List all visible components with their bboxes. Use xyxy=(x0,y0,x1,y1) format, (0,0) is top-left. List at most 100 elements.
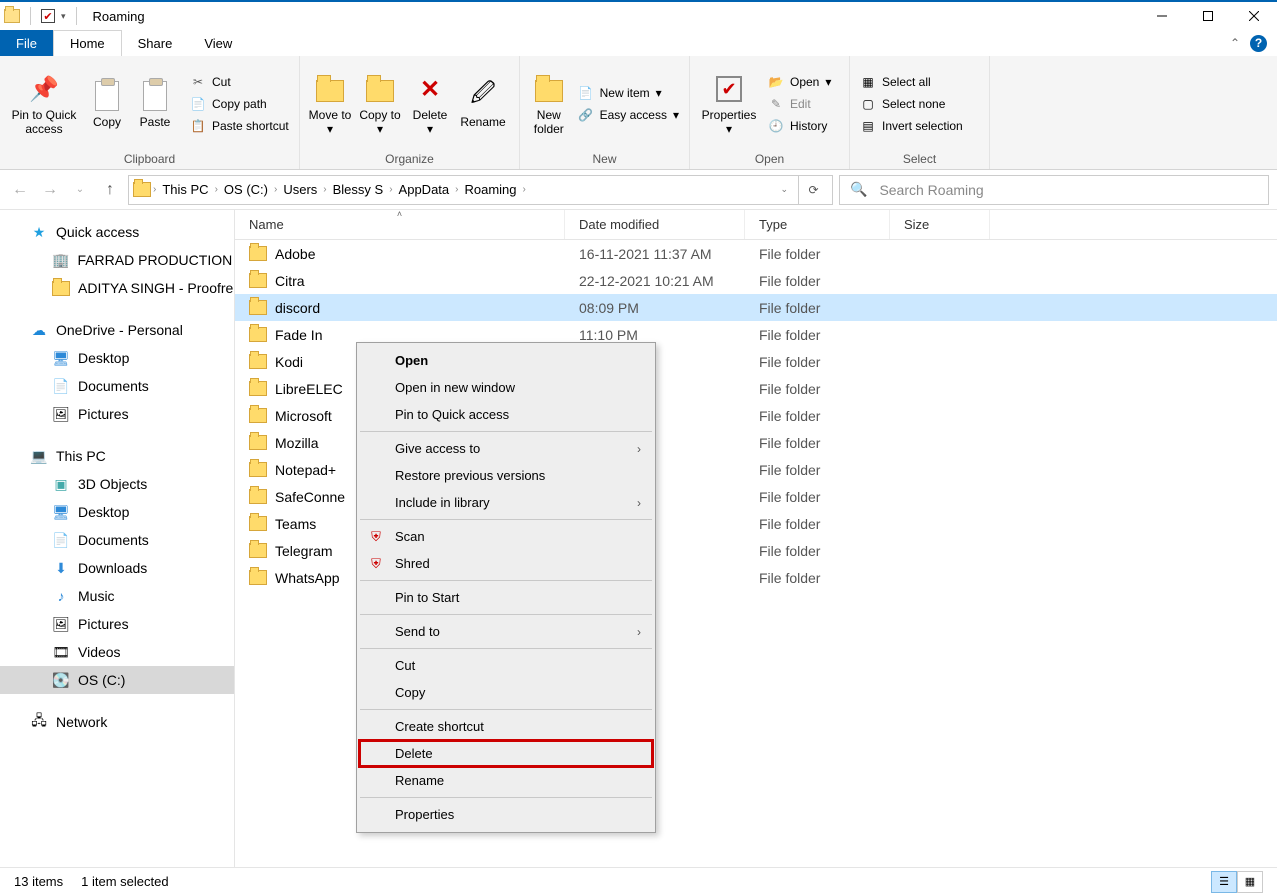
row-type: File folder xyxy=(745,462,890,478)
ctx-restore-versions[interactable]: Restore previous versions xyxy=(359,462,653,489)
nav-3d-objects[interactable]: ▣3D Objects xyxy=(0,470,234,498)
breadcrumb[interactable]: Blessy S xyxy=(329,182,388,197)
folder-icon xyxy=(249,489,267,504)
ctx-shred[interactable]: ⛨Shred xyxy=(359,550,653,577)
nav-downloads[interactable]: ⬇Downloads xyxy=(0,554,234,582)
view-thumbnails-toggle[interactable]: ▦ xyxy=(1237,871,1263,893)
col-date[interactable]: Date modified xyxy=(565,210,745,239)
nav-desktop[interactable]: 🖥Desktop xyxy=(0,498,234,526)
nav-onedrive[interactable]: ☁OneDrive - Personal xyxy=(0,316,234,344)
pictures-icon: 🖼 xyxy=(52,615,70,633)
nav-quick-access[interactable]: ★Quick access xyxy=(0,218,234,246)
group-organize-label: Organize xyxy=(300,152,519,169)
search-input[interactable]: 🔍 Search Roaming xyxy=(839,175,1269,205)
move-to-button[interactable]: Move to ▾ xyxy=(306,70,354,138)
drive-icon: 💽 xyxy=(52,671,70,689)
breadcrumb[interactable]: AppData xyxy=(395,182,454,197)
delete-button[interactable]: ✕ Delete▾ xyxy=(406,70,454,138)
ctx-open-new-window[interactable]: Open in new window xyxy=(359,374,653,401)
videos-icon: 🎞 xyxy=(52,643,70,661)
ctx-give-access[interactable]: Give access to› xyxy=(359,435,653,462)
nav-videos[interactable]: 🎞Videos xyxy=(0,638,234,666)
nav-recent-caret[interactable]: ⌄ xyxy=(68,178,92,202)
sort-indicator-icon: ˄ xyxy=(397,209,402,219)
quick-access-props-icon[interactable]: ✔ xyxy=(41,9,55,23)
address-dropdown-icon[interactable]: ⌄ xyxy=(772,184,796,195)
col-name[interactable]: ˄Name xyxy=(235,210,565,239)
copy-to-label: Copy to ▾ xyxy=(358,108,402,136)
ctx-delete[interactable]: Delete xyxy=(359,740,653,767)
nav-aditya[interactable]: ADITYA SINGH - Proofrea xyxy=(0,274,234,302)
tab-home[interactable]: Home xyxy=(53,30,122,56)
cut-button[interactable]: ✂Cut xyxy=(186,72,293,92)
ctx-pin-quick-access[interactable]: Pin to Quick access xyxy=(359,401,653,428)
open-button[interactable]: 📂Open ▾ xyxy=(764,72,835,92)
nav-os-c[interactable]: 💽OS (C:) xyxy=(0,666,234,694)
tab-file[interactable]: File xyxy=(0,30,53,56)
quick-access-caret-icon[interactable]: ▾ xyxy=(61,11,66,22)
move-to-icon xyxy=(313,72,347,106)
address-bar[interactable]: › This PC› OS (C:)› Users› Blessy S› App… xyxy=(128,175,833,205)
new-folder-button[interactable]: New folder xyxy=(526,70,572,138)
chevron-right-icon[interactable]: › xyxy=(153,184,156,195)
copy-button[interactable]: Copy xyxy=(84,77,130,131)
search-placeholder: Search Roaming xyxy=(879,182,983,198)
minimize-button[interactable] xyxy=(1139,2,1185,30)
copy-to-button[interactable]: Copy to ▾ xyxy=(356,70,404,138)
chevron-right-icon: › xyxy=(637,442,641,456)
table-row[interactable]: Adobe16-11-2021 11:37 AMFile folder xyxy=(235,240,1277,267)
shield-icon: ⛨ xyxy=(367,529,385,545)
ctx-create-shortcut[interactable]: Create shortcut xyxy=(359,713,653,740)
nav-this-pc[interactable]: 💻This PC xyxy=(0,442,234,470)
view-details-toggle[interactable]: ☰ xyxy=(1211,871,1237,893)
properties-button[interactable]: ✔ Properties▾ xyxy=(696,70,762,138)
breadcrumb[interactable]: This PC xyxy=(158,182,212,197)
ctx-rename[interactable]: Rename xyxy=(359,767,653,794)
nav-od-pictures[interactable]: 🖼Pictures xyxy=(0,400,234,428)
paste-shortcut-button[interactable]: 📋Paste shortcut xyxy=(186,116,293,136)
table-row[interactable]: Citra22-12-2021 10:21 AMFile folder xyxy=(235,267,1277,294)
folder-icon xyxy=(249,327,267,342)
ctx-cut[interactable]: Cut xyxy=(359,652,653,679)
nav-od-desktop[interactable]: 🖥Desktop xyxy=(0,344,234,372)
breadcrumb[interactable]: OS (C:) xyxy=(220,182,272,197)
copy-path-button[interactable]: 📄Copy path xyxy=(186,94,293,114)
easy-access-button[interactable]: 🔗Easy access ▾ xyxy=(574,105,683,125)
history-button[interactable]: 🕘History xyxy=(764,116,835,136)
nav-up-button[interactable]: ↑ xyxy=(98,178,122,202)
ctx-open[interactable]: Open xyxy=(359,347,653,374)
status-bar: 13 items 1 item selected ☰ ▦ xyxy=(0,867,1277,895)
breadcrumb[interactable]: Roaming xyxy=(460,182,520,197)
pin-to-quick-access-button[interactable]: 📌 Pin to Quick access xyxy=(6,70,82,138)
ctx-send-to[interactable]: Send to› xyxy=(359,618,653,645)
maximize-button[interactable] xyxy=(1185,2,1231,30)
rename-button[interactable]: 🖉 Rename xyxy=(456,77,510,131)
ctx-include-library[interactable]: Include in library› xyxy=(359,489,653,516)
select-all-button[interactable]: ▦Select all xyxy=(856,72,967,92)
select-none-button[interactable]: ▢Select none xyxy=(856,94,967,114)
ctx-pin-start[interactable]: Pin to Start xyxy=(359,584,653,611)
new-item-button[interactable]: 📄New item ▾ xyxy=(574,83,683,103)
tab-share[interactable]: Share xyxy=(122,30,189,56)
collapse-ribbon-icon[interactable]: ⌃ xyxy=(1230,36,1240,50)
refresh-button[interactable]: ⟳ xyxy=(798,175,828,205)
nav-pictures[interactable]: 🖼Pictures xyxy=(0,610,234,638)
col-size[interactable]: Size xyxy=(890,210,990,239)
nav-network[interactable]: 🖧Network xyxy=(0,708,234,736)
help-icon[interactable]: ? xyxy=(1250,35,1267,52)
paste-button[interactable]: Paste xyxy=(132,77,178,131)
nav-farrad[interactable]: 🏢FARRAD PRODUCTION xyxy=(0,246,234,274)
ctx-scan[interactable]: ⛨Scan xyxy=(359,523,653,550)
tab-view[interactable]: View xyxy=(188,30,248,56)
table-row[interactable]: discord08:09 PMFile folder xyxy=(235,294,1277,321)
nav-documents[interactable]: 📄Documents xyxy=(0,526,234,554)
col-type[interactable]: Type xyxy=(745,210,890,239)
invert-selection-button[interactable]: ▤Invert selection xyxy=(856,116,967,136)
ctx-copy[interactable]: Copy xyxy=(359,679,653,706)
breadcrumb[interactable]: Users xyxy=(279,182,321,197)
close-button[interactable] xyxy=(1231,2,1277,30)
nav-music[interactable]: ♪Music xyxy=(0,582,234,610)
folder-icon xyxy=(52,279,70,297)
nav-od-documents[interactable]: 📄Documents xyxy=(0,372,234,400)
ctx-properties[interactable]: Properties xyxy=(359,801,653,828)
